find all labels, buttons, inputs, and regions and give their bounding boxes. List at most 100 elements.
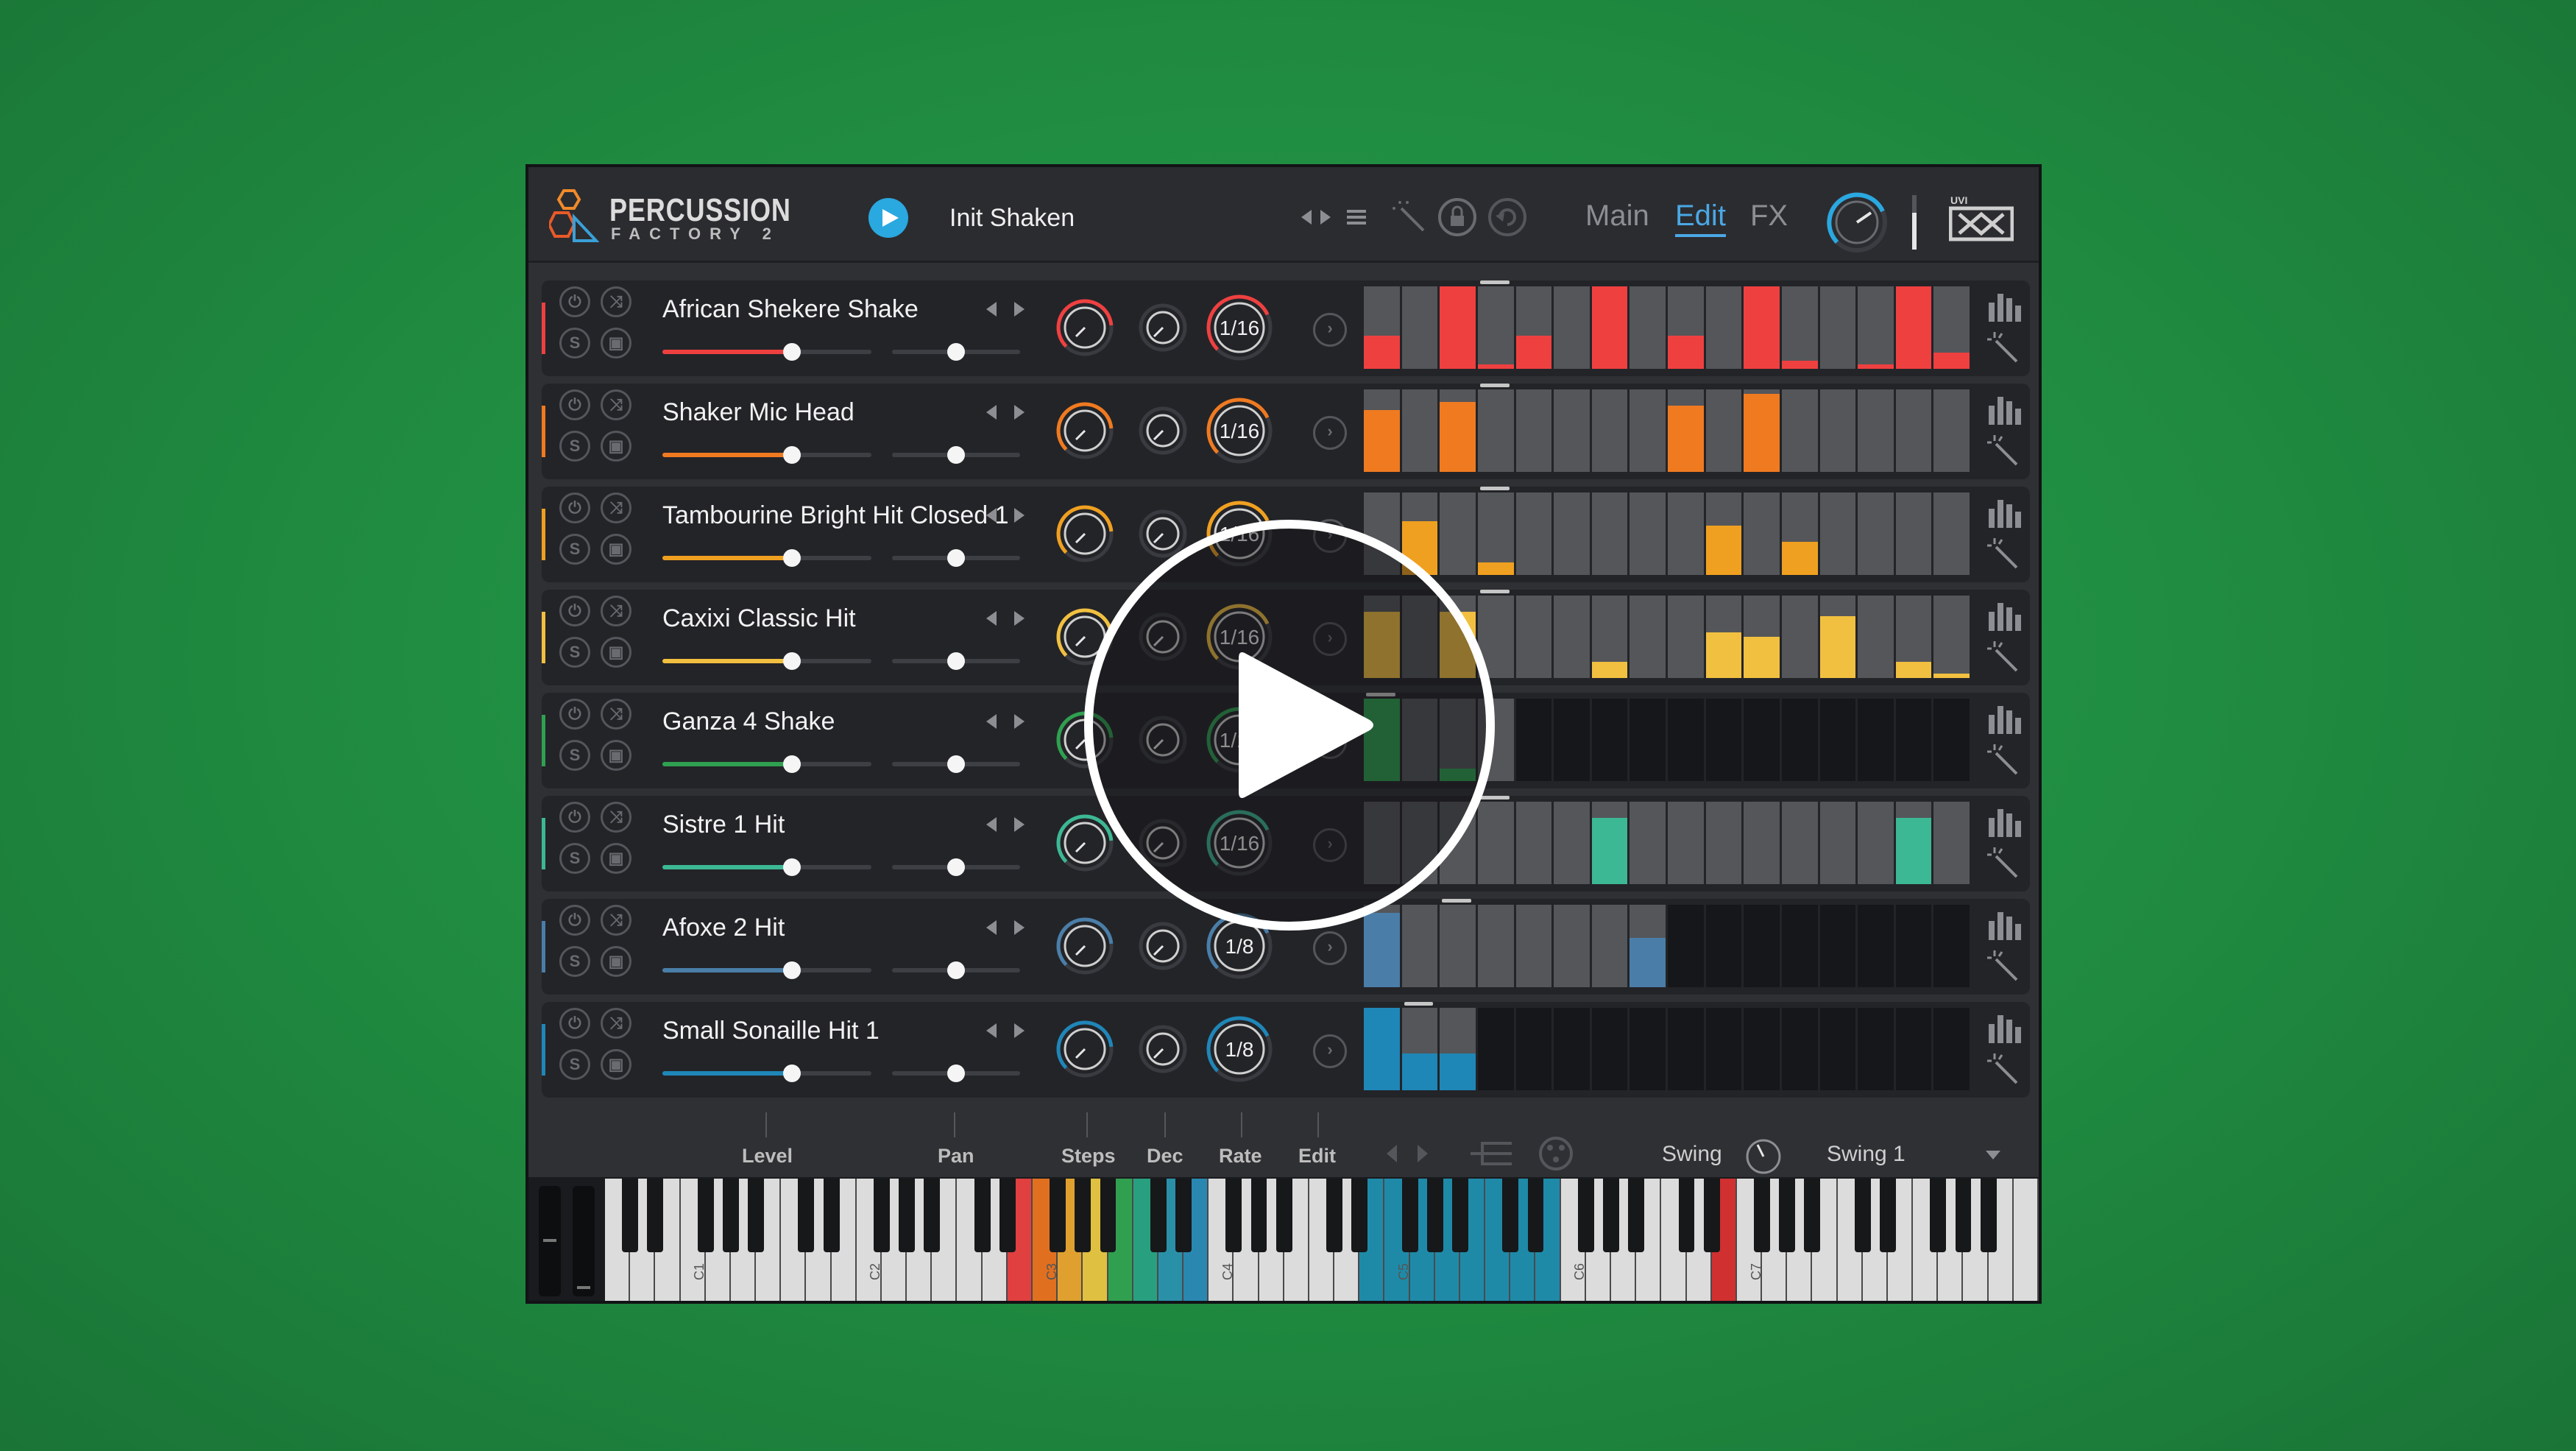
step-cell[interactable] [1513,905,1552,987]
step-cell[interactable] [1551,699,1590,781]
step-cell[interactable] [1666,905,1704,987]
black-key[interactable] [1804,1179,1821,1252]
black-key[interactable] [1225,1179,1242,1252]
chevron-down-icon[interactable] [1983,1148,2003,1162]
solo-icon[interactable]: S [559,431,590,462]
pan-slider[interactable] [892,446,1020,464]
pan-slider[interactable] [892,755,1020,773]
tab-main[interactable]: Main [1585,200,1649,233]
solo-icon[interactable]: S [559,946,590,977]
step-cell[interactable] [1627,699,1666,781]
sample-arrows-icon[interactable] [983,401,1027,423]
step-cell[interactable] [1589,802,1628,884]
edit-step-button[interactable]: › [1313,313,1347,347]
decay-knob[interactable] [1136,919,1189,972]
wand-icon[interactable] [1984,331,2023,366]
power-icon[interactable]: ⏻ [559,596,590,626]
step-cell[interactable] [1741,905,1780,987]
step-cell[interactable] [1513,493,1552,575]
wand-icon[interactable] [1984,846,2023,881]
undo-icon[interactable] [1487,197,1528,238]
black-key[interactable] [1326,1179,1342,1252]
step-cell[interactable] [1589,286,1628,369]
white-key[interactable] [2013,1179,2039,1301]
sample-arrows-icon[interactable] [983,607,1027,629]
wand-icon[interactable] [1984,537,2023,572]
step-cell[interactable] [1399,1008,1438,1090]
bars-icon[interactable] [1984,391,2023,426]
black-key[interactable] [1603,1179,1619,1252]
step-cell[interactable] [1931,699,1970,781]
step-cell[interactable] [1513,802,1552,884]
lock-icon[interactable]: ▣ [601,740,631,771]
step-cell[interactable] [1437,493,1476,575]
swing-knob[interactable] [1743,1136,1784,1177]
step-cell[interactable] [1855,389,1894,472]
loop-start-marker[interactable] [1479,590,1510,593]
sample-arrows-icon[interactable] [983,917,1027,939]
pan-slider[interactable] [892,652,1020,670]
step-cell[interactable] [1855,493,1894,575]
black-key[interactable] [1175,1179,1192,1252]
steps-knob[interactable] [1054,915,1116,977]
fork-icon[interactable] [1468,1137,1515,1170]
shuffle-icon[interactable]: ⤨ [601,699,631,730]
step-cell[interactable] [1627,493,1666,575]
edit-step-button[interactable]: › [1313,1034,1347,1068]
step-cell[interactable] [1817,1008,1856,1090]
step-cell[interactable] [1666,699,1704,781]
lock-icon[interactable]: ▣ [601,431,631,462]
lock-icon[interactable]: ▣ [601,843,631,874]
shuffle-icon[interactable]: ⤨ [601,905,631,936]
decay-knob[interactable] [1136,1023,1189,1076]
solo-icon[interactable]: S [559,1049,590,1080]
step-cell[interactable] [1551,493,1590,575]
lock-icon[interactable]: ▣ [601,946,631,977]
bars-icon[interactable] [1984,700,2023,735]
steps-knob[interactable] [1054,1018,1116,1080]
black-key[interactable] [1351,1179,1368,1252]
shuffle-icon[interactable]: ⤨ [601,286,631,317]
level-slider[interactable] [662,343,871,361]
sample-arrows-icon[interactable] [983,813,1027,836]
sample-arrows-icon[interactable] [983,1020,1027,1042]
step-cell[interactable] [1627,389,1666,472]
shuffle-icon[interactable]: ⤨ [601,389,631,420]
black-key[interactable] [924,1179,941,1252]
pan-slider[interactable] [892,858,1020,876]
step-cell[interactable] [1779,1008,1818,1090]
step-cell[interactable] [1475,905,1514,987]
loop-start-marker[interactable] [1442,899,1471,903]
black-key[interactable] [748,1179,764,1252]
step-cell[interactable] [1741,699,1780,781]
lock-icon[interactable]: ▣ [601,328,631,359]
step-cell[interactable] [1779,699,1818,781]
step-cell[interactable] [1893,389,1932,472]
step-cell[interactable] [1931,286,1970,369]
black-key[interactable] [1930,1179,1947,1252]
step-cell[interactable] [1931,905,1970,987]
step-cell[interactable] [1703,596,1742,678]
tab-edit[interactable]: Edit [1675,200,1726,237]
step-cell[interactable] [1362,286,1400,369]
bars-icon[interactable] [1984,494,2023,529]
step-cell[interactable] [1703,286,1742,369]
black-key[interactable] [1955,1179,1972,1252]
pan-slider[interactable] [892,961,1020,979]
bars-icon[interactable] [1984,803,2023,839]
video-play-button[interactable] [1084,520,1495,931]
step-cell[interactable] [1817,286,1856,369]
step-cell[interactable] [1779,389,1818,472]
wand-icon[interactable] [1984,640,2023,675]
level-slider[interactable] [662,1065,871,1082]
level-slider[interactable] [662,652,871,670]
step-cell[interactable] [1855,802,1894,884]
step-cell[interactable] [1817,389,1856,472]
pattern-arrows-icon[interactable] [1382,1139,1456,1168]
power-icon[interactable]: ⏻ [559,1008,590,1039]
level-slider[interactable] [662,858,871,876]
loop-start-marker[interactable] [1479,280,1510,284]
bars-icon[interactable] [1984,288,2023,323]
black-key[interactable] [1527,1179,1544,1252]
step-cell[interactable] [1551,1008,1590,1090]
